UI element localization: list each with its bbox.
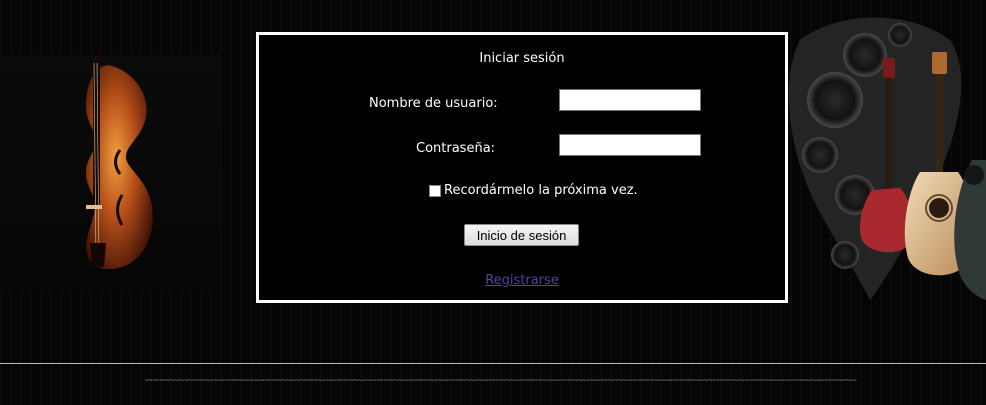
footer-divider bbox=[0, 363, 986, 364]
remember-checkbox[interactable] bbox=[429, 184, 441, 197]
password-input[interactable] bbox=[559, 134, 701, 156]
page: Iniciar sesión Nombre de usuario: Contra… bbox=[0, 0, 986, 405]
footer-tildes: ~~~~~~~~~~~~~~~~~~~~~~~~~~~~~~~~~~~~~~~~… bbox=[145, 377, 857, 384]
username-label: Nombre de usuario: bbox=[369, 96, 498, 111]
guitars-icon bbox=[788, 17, 986, 300]
remember-row[interactable]: Recordármelo la próxima vez. bbox=[429, 183, 638, 198]
register-row: Registrarse bbox=[259, 273, 785, 288]
violin-icon bbox=[86, 55, 153, 270]
username-input[interactable] bbox=[559, 89, 701, 111]
login-title: Iniciar sesión bbox=[479, 51, 565, 66]
remember-label: Recordármelo la próxima vez. bbox=[444, 183, 638, 198]
guitars-image bbox=[760, 0, 986, 330]
login-panel: Iniciar sesión Nombre de usuario: Contra… bbox=[256, 32, 788, 303]
violin-image bbox=[0, 55, 220, 290]
register-link[interactable]: Registrarse bbox=[485, 273, 559, 288]
password-label: Contraseña: bbox=[416, 141, 496, 156]
login-button[interactable]: Inicio de sesión bbox=[464, 224, 579, 246]
